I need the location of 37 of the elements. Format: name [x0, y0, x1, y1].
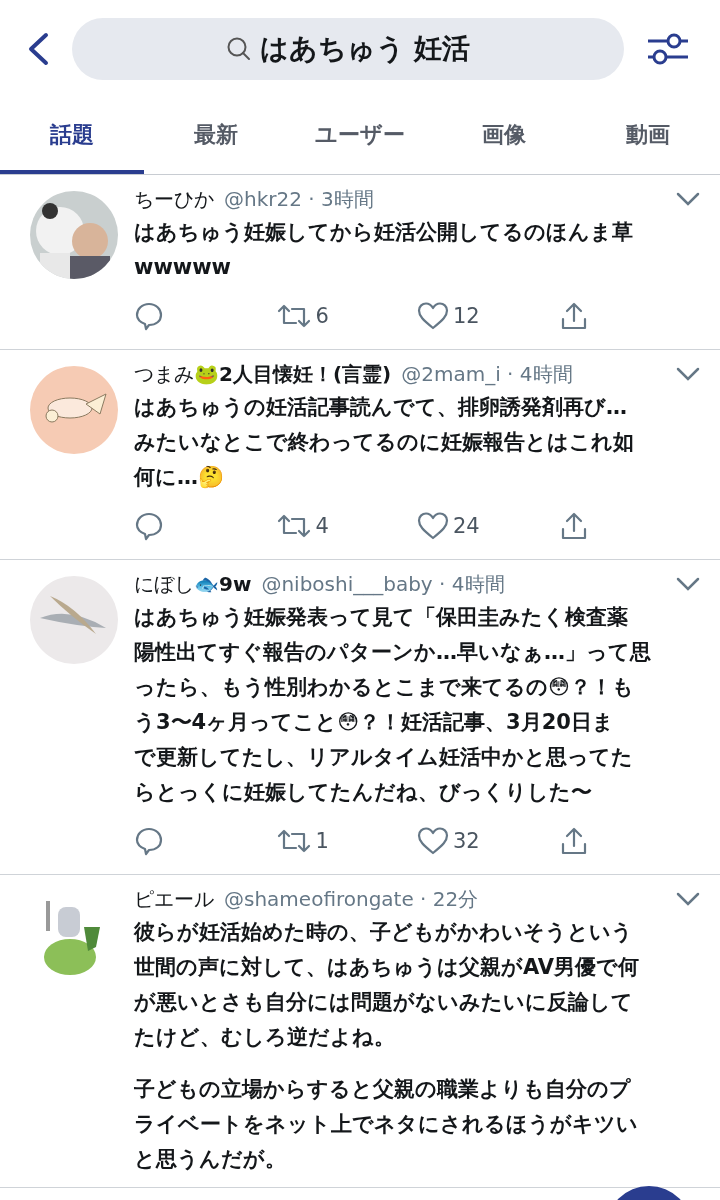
like-count: 24 — [453, 514, 480, 538]
handle-time: @shameofirongate · 22分 — [224, 885, 480, 913]
user-name: ちーひか — [134, 185, 214, 213]
chevron-icon[interactable] — [676, 577, 700, 591]
like-icon[interactable] — [417, 826, 449, 856]
chevron-icon[interactable] — [676, 192, 700, 206]
tweet-text: 彼らが妊活始めた時の、子どもがかわいそうという 世間の声に対して、はあちゅうは父親がAV男優で何 が悪いとさも自分には問題がないみたいに反論して たけど、むしろ逆だよね。 — [134, 919, 640, 1051]
tab[interactable]: 話題 — [0, 102, 144, 174]
user-name: つまみ🐸2人目懐妊！(言霊) — [134, 360, 392, 388]
like-icon[interactable] — [417, 301, 449, 331]
tab[interactable]: ユーザー — [288, 102, 432, 174]
search-field[interactable]: はあちゅう 妊活 — [72, 18, 624, 80]
tweet-text: はあちゅうの妊活記事読んでて、排卵誘発剤再び… みたいなとこで終わってるのに妊娠報告とはこれ如 何に…🤔 — [134, 394, 634, 491]
retweet-count: 6 — [315, 304, 329, 328]
reply-icon[interactable] — [134, 826, 164, 856]
like-icon[interactable] — [417, 511, 449, 541]
search-icon — [225, 36, 252, 62]
chevron-icon[interactable] — [676, 892, 700, 906]
reply-icon[interactable] — [134, 511, 164, 541]
tweet-text: はあちゅう妊娠してから妊活公開してるのほんま草 wwwww — [134, 219, 633, 281]
user-name: にぼし🐟9w — [134, 570, 252, 598]
tweet-text: 子どもの立場からすると父親の職業よりも自分のプ ライベートをネット上でネタにされるほうがキツい と思うんだが。 — [134, 1076, 638, 1173]
like-count: 12 — [453, 304, 480, 328]
chevron-icon[interactable] — [676, 367, 700, 381]
tab[interactable]: 最新 — [144, 102, 288, 174]
retweet-count: 4 — [315, 514, 329, 538]
reply-icon[interactable] — [134, 301, 164, 331]
handle-time: @hkr22 · 3時間 — [224, 185, 375, 213]
like-count: 32 — [453, 829, 480, 853]
tweet-text: はあちゅう妊娠発表って見て「保田圭みたく検査薬 陽性出てすぐ報告のパターンか…早いなぁ…」って思 ったら、もう性別わかるとこまで来てるの😳？！も う3〜4ヶ月ってこと😳？！妊活記事、3月20日ま で更新してたし、リアルタイム妊活中かと思ってた らとっくに妊娠してたんだね、びっくりした〜 — [134, 604, 651, 806]
tab[interactable]: 動画 — [576, 102, 720, 174]
user-name: ピエール — [134, 885, 214, 913]
back-icon[interactable] — [26, 32, 50, 66]
handle-time: @niboshi___baby · 4時間 — [261, 570, 506, 598]
tab[interactable]: 画像 — [432, 102, 576, 174]
retweet-count: 1 — [315, 829, 329, 853]
handle-time: @2mam_i · 4時間 — [401, 360, 574, 388]
